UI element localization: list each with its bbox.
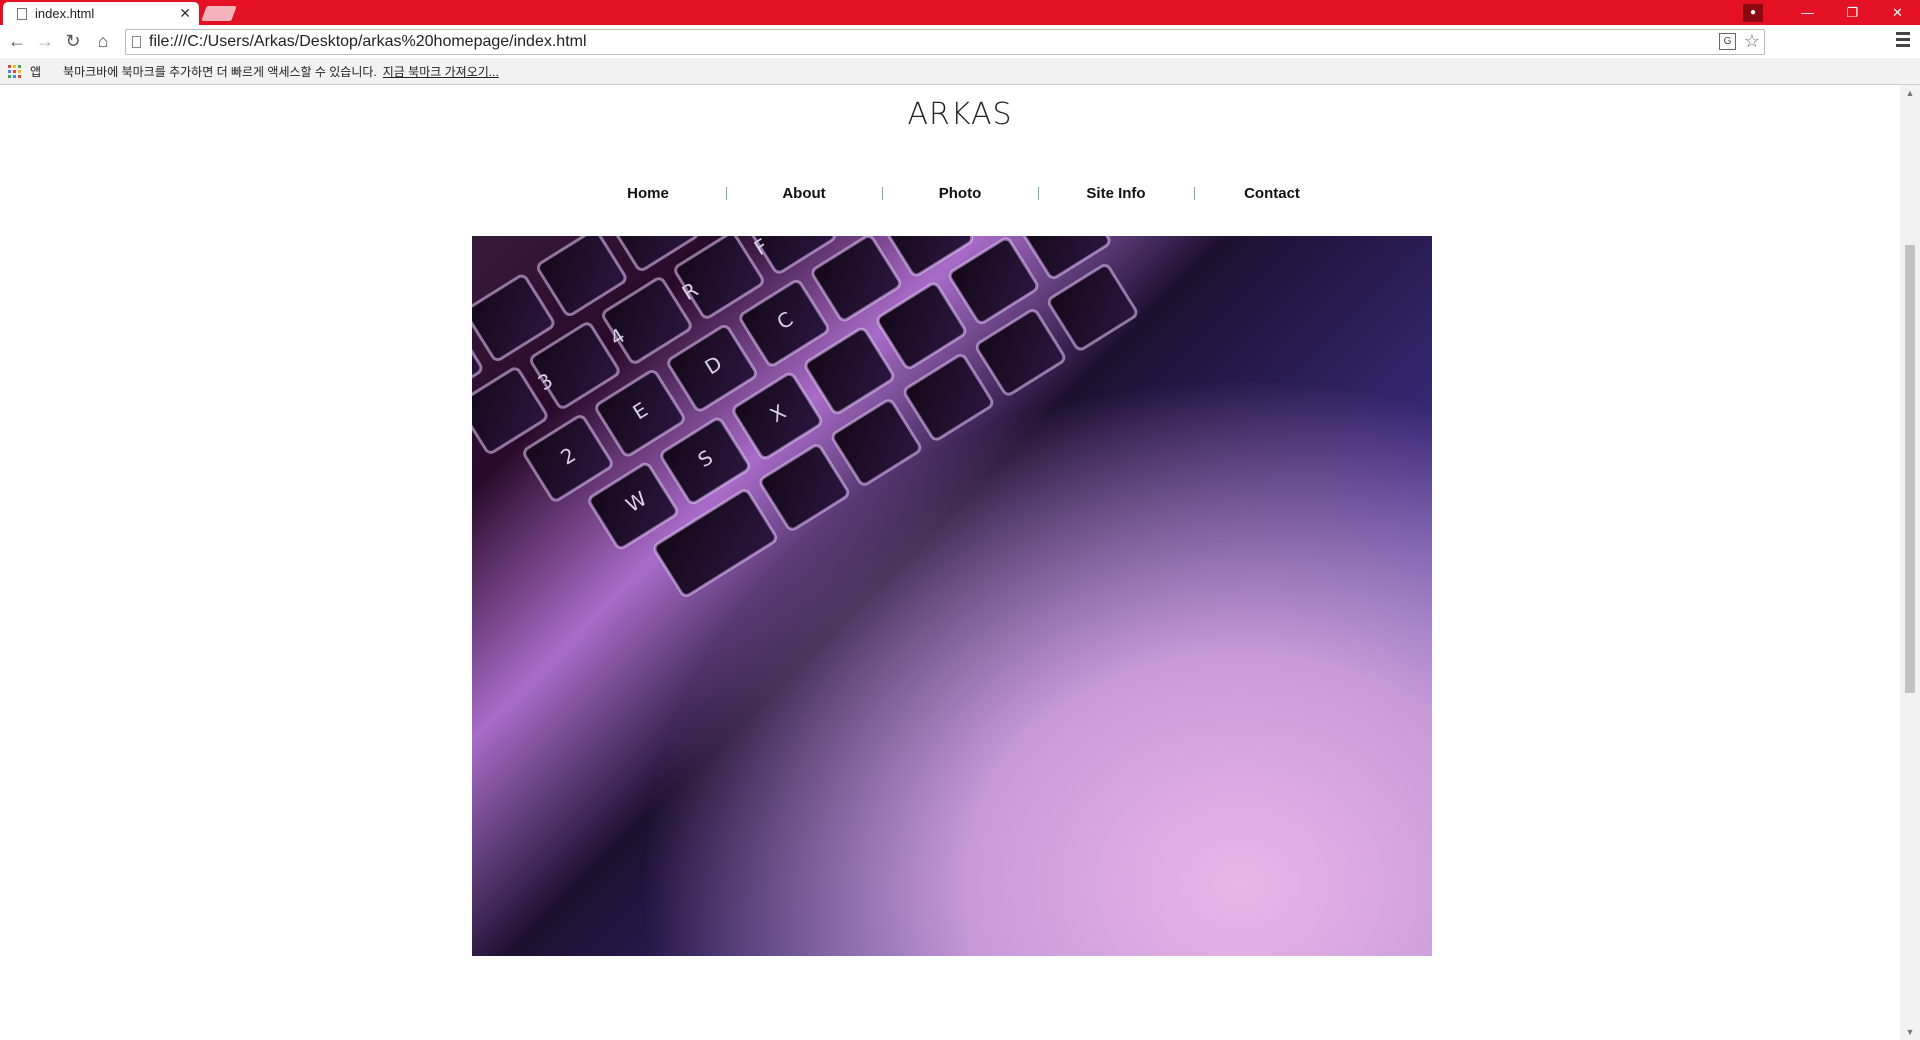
address-bar[interactable]: file:///C:/Users/Arkas/Desktop/arkas%20h… [125, 29, 1765, 55]
bookmarks-bar: 앱 북마크바에 북마크를 추가하면 더 빠르게 액세스할 수 있습니다. 지금 … [0, 59, 1920, 85]
nav-about[interactable]: About [726, 185, 882, 202]
nav-contact[interactable]: Contact [1194, 185, 1350, 202]
apps-icon[interactable] [8, 64, 22, 79]
hero-image: 34R FV 2EDC WSX [472, 236, 1432, 956]
profile-icon[interactable]: ● [1743, 3, 1763, 22]
apps-label[interactable]: 앱 [30, 63, 41, 80]
tab-title: index.html [35, 6, 95, 21]
browser-chrome: index.html ✕ ● — ❐ ✕ ← → ↻ ⌂ file:///C:/… [0, 0, 1920, 85]
site-logo[interactable]: ARKAS [0, 97, 1920, 132]
back-icon[interactable]: ← [6, 31, 28, 51]
new-tab-button[interactable] [201, 6, 237, 21]
close-window-icon[interactable]: ✕ [1875, 5, 1920, 21]
nav-photo[interactable]: Photo [882, 185, 1038, 202]
nav-home[interactable]: Home [570, 185, 726, 202]
nav-site-info[interactable]: Site Info [1038, 185, 1194, 202]
scroll-thumb[interactable] [1905, 245, 1915, 693]
url-text: file:///C:/Users/Arkas/Desktop/arkas%20h… [149, 33, 587, 50]
page-icon [132, 36, 141, 48]
page-content: ARKAS Home About Photo Site Info Contact [0, 85, 1900, 1040]
bookmark-star-icon[interactable]: ☆ [1744, 31, 1760, 52]
home-icon[interactable]: ⌂ [92, 31, 114, 51]
title-bar: index.html ✕ ● — ❐ ✕ [0, 0, 1920, 25]
close-tab-icon[interactable]: ✕ [179, 5, 191, 22]
browser-tab[interactable]: index.html ✕ [3, 2, 199, 25]
reload-icon[interactable]: ↻ [62, 31, 84, 51]
scroll-up-icon[interactable]: ▲ [1900, 85, 1920, 101]
bookmark-message: 북마크바에 북마크를 추가하면 더 빠르게 액세스할 수 있습니다. [63, 65, 377, 79]
page-scrollbar[interactable]: ▲ ▼ [1900, 85, 1920, 1040]
import-bookmarks-link[interactable]: 지금 북마크 가져오기... [383, 63, 499, 80]
toolbar: ← → ↻ ⌂ file:///C:/Users/Arkas/Desktop/a… [0, 25, 1920, 59]
translate-icon[interactable]: G [1719, 33, 1736, 50]
keyboard-illustration: 34R FV 2EDC WSX [472, 236, 1138, 597]
window-controls: ● — ❐ ✕ [1743, 0, 1920, 25]
scroll-down-icon[interactable]: ▼ [1900, 1024, 1920, 1040]
minimize-icon[interactable]: — [1785, 5, 1830, 20]
forward-icon[interactable]: → [34, 31, 56, 51]
restore-icon[interactable]: ❐ [1830, 5, 1875, 21]
page-icon [17, 7, 27, 20]
menu-icon[interactable] [1896, 32, 1910, 50]
main-nav: Home About Photo Site Info Contact [0, 185, 1920, 202]
